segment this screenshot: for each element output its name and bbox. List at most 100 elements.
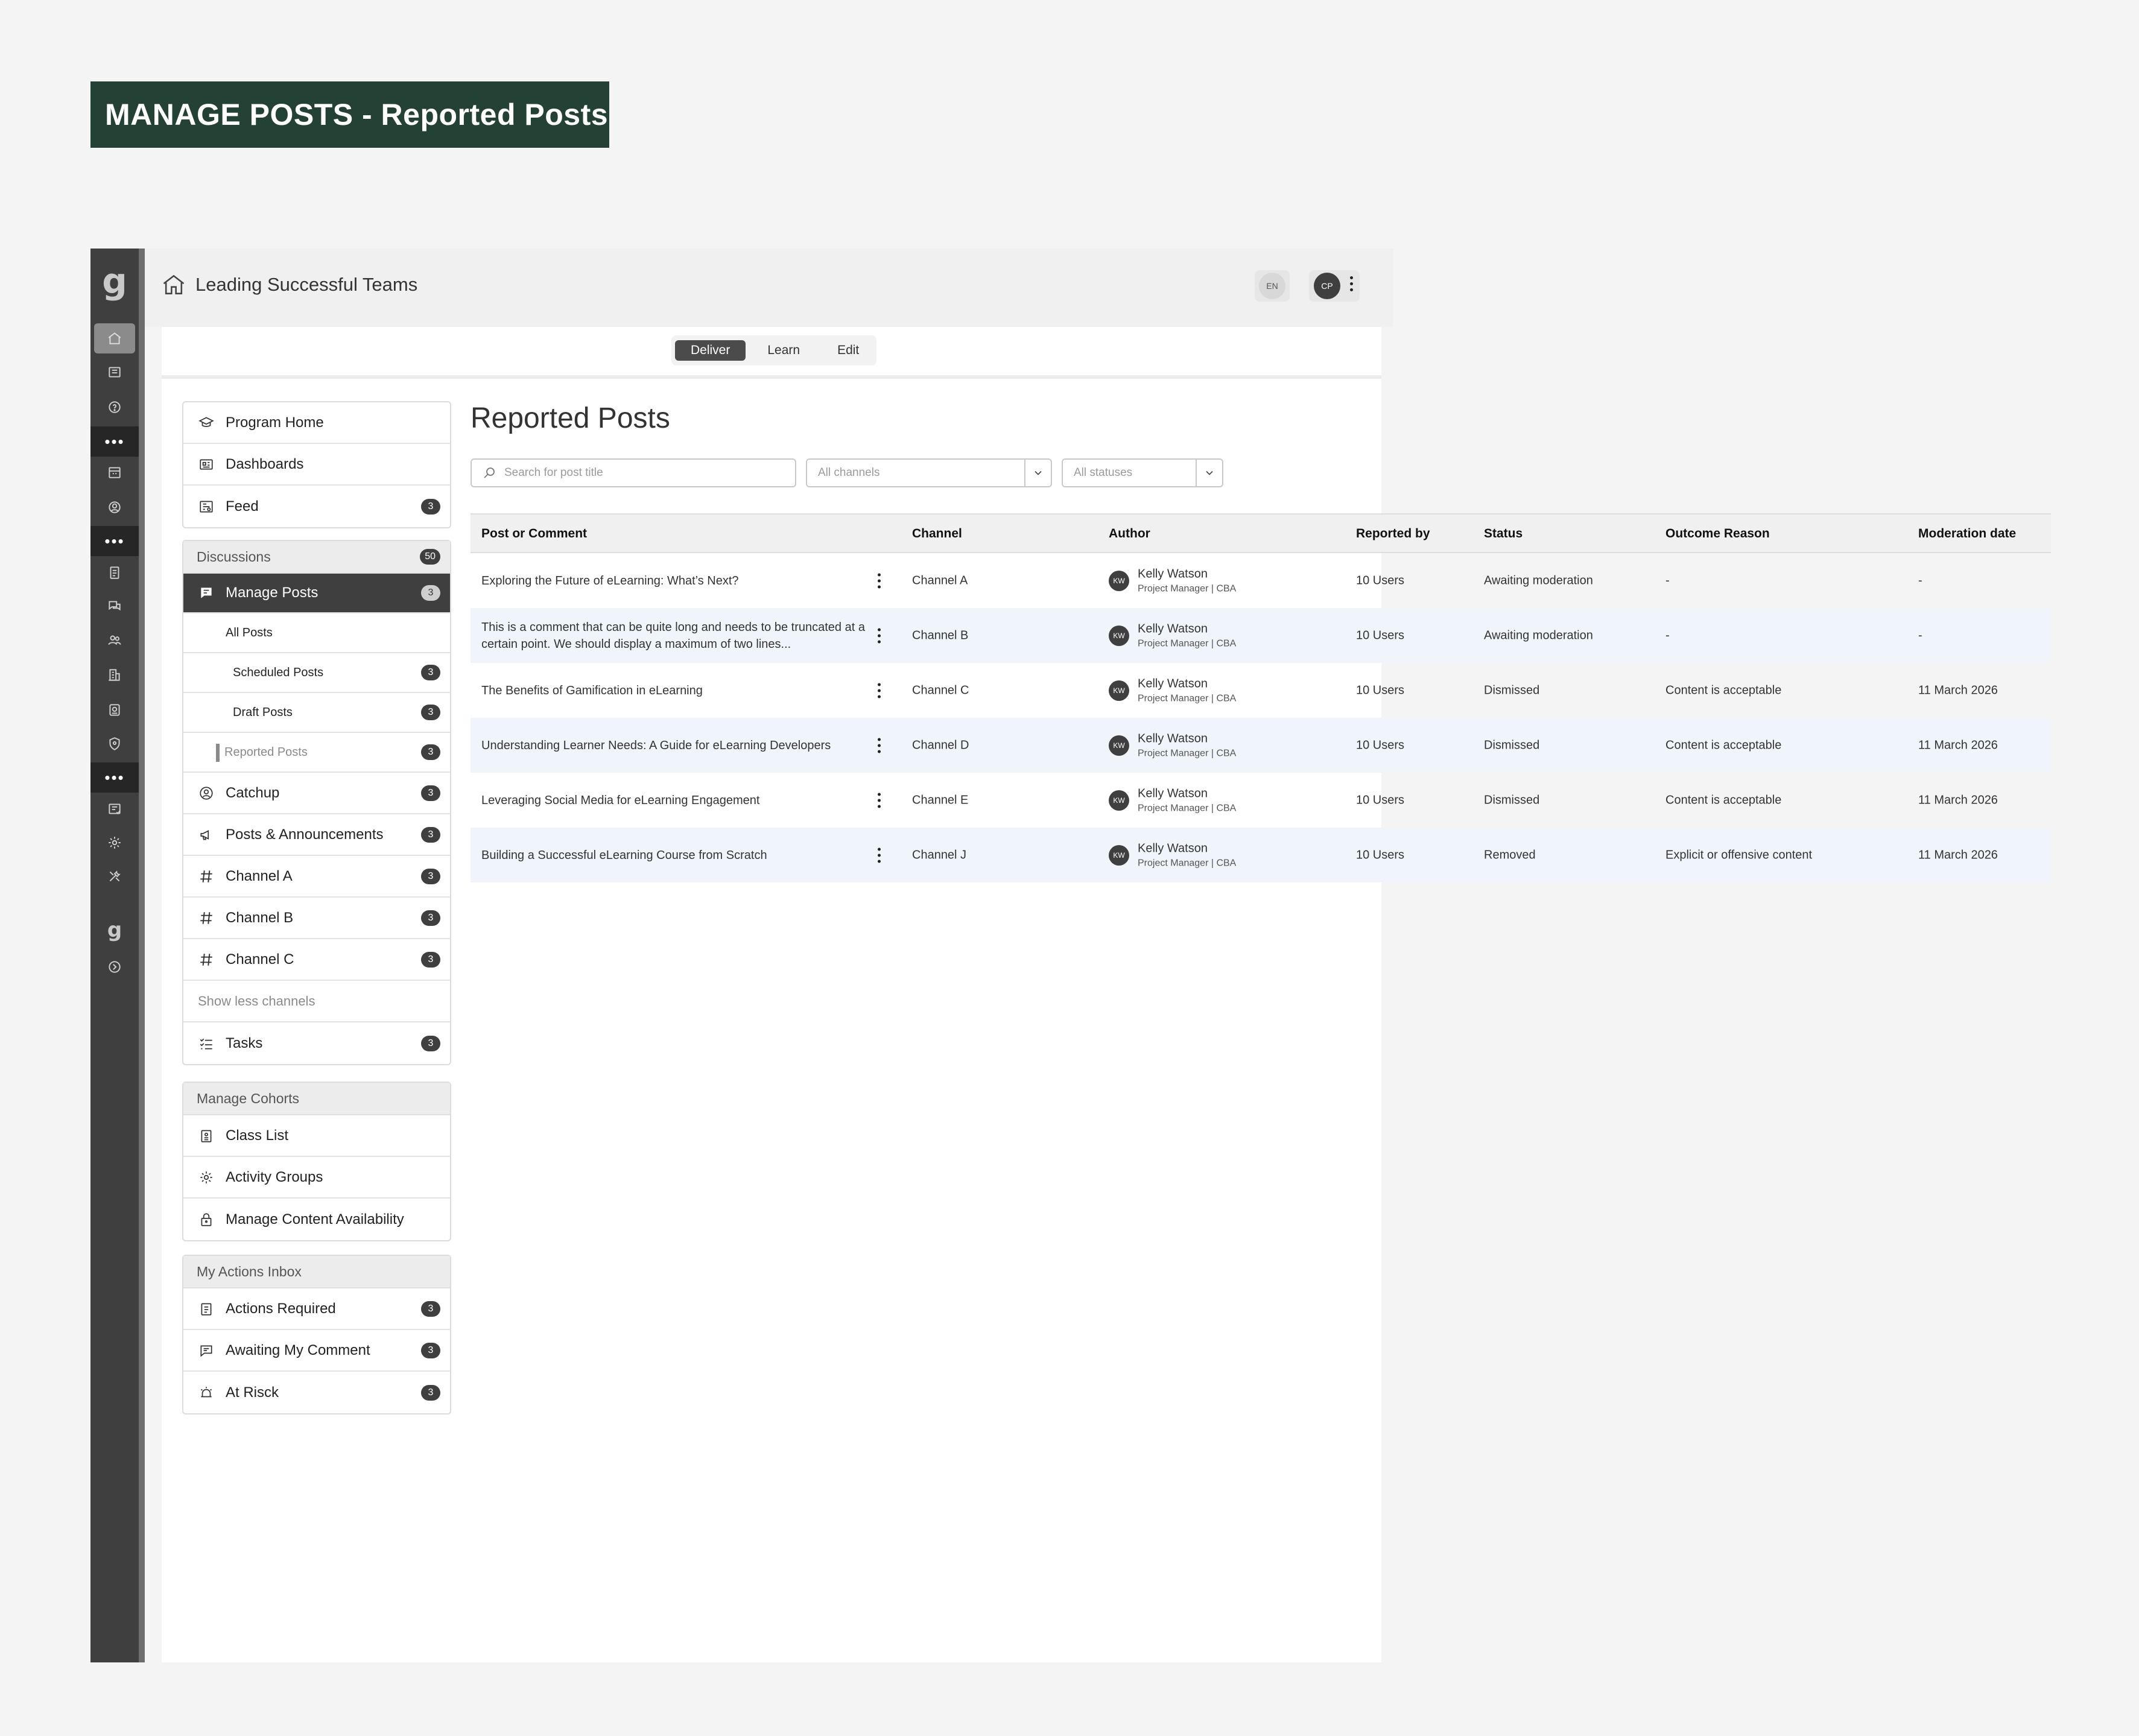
nav-scheduled-posts[interactable]: Scheduled Posts 3 bbox=[183, 653, 450, 693]
reported-by-cell[interactable]: 10 Users bbox=[1356, 683, 1404, 697]
author-role: Project Manager | CBA bbox=[1138, 803, 1237, 813]
tab-deliver[interactable]: Deliver bbox=[675, 340, 746, 361]
row-more-icon[interactable] bbox=[876, 573, 882, 588]
rail-report-icon[interactable] bbox=[90, 695, 139, 725]
col-channel[interactable]: Channel bbox=[912, 527, 962, 541]
reason-cell: Content is acceptable bbox=[1665, 683, 1782, 697]
rail-settings-icon[interactable] bbox=[90, 828, 139, 858]
col-status[interactable]: Status bbox=[1484, 527, 1523, 541]
status-filter[interactable]: All statuses bbox=[1062, 458, 1223, 487]
status-cell: Awaiting moderation bbox=[1484, 574, 1593, 587]
nav-label: Posts & Announcements bbox=[226, 826, 384, 843]
hash-icon bbox=[198, 868, 215, 885]
reported-by-cell[interactable]: 10 Users bbox=[1356, 738, 1404, 752]
nav-catchup[interactable]: Catchup 3 bbox=[183, 773, 450, 814]
rail-profile-icon[interactable] bbox=[90, 492, 139, 522]
nav-activity-groups[interactable]: Activity Groups bbox=[183, 1157, 450, 1199]
col-reported-by[interactable]: Reported by bbox=[1356, 527, 1430, 541]
channel-cell: Channel D bbox=[912, 738, 969, 752]
nav-label: At Risck bbox=[226, 1384, 279, 1401]
nav-feed[interactable]: Feed 3 bbox=[183, 486, 450, 527]
reported-by-cell[interactable]: 10 Users bbox=[1356, 793, 1404, 807]
show-less-channels-link[interactable]: Show less channels bbox=[183, 981, 450, 1022]
count-badge: 3 bbox=[421, 705, 440, 720]
table-row[interactable]: Understanding Learner Needs: A Guide for… bbox=[471, 718, 2051, 773]
col-post[interactable]: Post or Comment bbox=[481, 527, 587, 541]
nav-tasks[interactable]: Tasks 3 bbox=[183, 1022, 450, 1064]
reported-posts-table: Post or Comment Channel Author Reported … bbox=[471, 513, 2051, 882]
nav-awaiting-my-comment[interactable]: Awaiting My Comment 3 bbox=[183, 1330, 450, 1372]
app-header: Leading Successful Teams EN CP bbox=[145, 249, 1393, 327]
rail-chat-icon[interactable] bbox=[90, 591, 139, 621]
tab-edit[interactable]: Edit bbox=[822, 340, 875, 361]
table-row[interactable]: Exploring the Future of eLearning: What’… bbox=[471, 553, 2051, 608]
post-title[interactable]: Understanding Learner Needs: A Guide for… bbox=[481, 737, 867, 754]
rail-tools-icon[interactable] bbox=[90, 861, 139, 892]
post-title[interactable]: This is a comment that can be quite long… bbox=[481, 619, 867, 653]
nav-channel-b[interactable]: Channel B 3 bbox=[183, 898, 450, 939]
nav-manage-posts[interactable]: Manage Posts 3 bbox=[183, 574, 450, 613]
author-cell: Kelly Watson Project Manager | CBA bbox=[1138, 787, 1236, 814]
count-badge: 3 bbox=[421, 1300, 440, 1317]
table-row[interactable]: This is a comment that can be quite long… bbox=[471, 608, 2051, 663]
rail-expand-icon[interactable] bbox=[90, 952, 139, 982]
row-more-icon[interactable] bbox=[876, 683, 882, 698]
row-more-icon[interactable] bbox=[876, 738, 882, 753]
col-outcome-reason[interactable]: Outcome Reason bbox=[1665, 527, 1770, 541]
reason-cell: Content is acceptable bbox=[1665, 793, 1782, 806]
nav-program-home[interactable]: Program Home bbox=[183, 402, 450, 444]
rail-more-1[interactable]: ••• bbox=[90, 426, 139, 457]
rail-calendar-icon[interactable] bbox=[90, 457, 139, 487]
row-more-icon[interactable] bbox=[876, 628, 882, 643]
inbox-header: My Actions Inbox bbox=[183, 1256, 450, 1288]
post-title[interactable]: The Benefits of Gamification in eLearnin… bbox=[481, 682, 867, 699]
nav-actions-required[interactable]: Actions Required 3 bbox=[183, 1288, 450, 1330]
table-row[interactable]: Leveraging Social Media for eLearning En… bbox=[471, 773, 2051, 828]
rail-users-icon[interactable] bbox=[90, 625, 139, 655]
home-icon[interactable] bbox=[160, 271, 187, 298]
nav-posts-announcements[interactable]: Posts & Announcements 3 bbox=[183, 814, 450, 856]
lang-chip[interactable]: EN bbox=[1259, 273, 1285, 299]
rail-building-icon[interactable] bbox=[90, 660, 139, 690]
post-title[interactable]: Building a Successful eLearning Course f… bbox=[481, 847, 867, 864]
post-title[interactable]: Leveraging Social Media for eLearning En… bbox=[481, 792, 867, 809]
tab-learn[interactable]: Learn bbox=[752, 340, 816, 361]
nav-class-list[interactable]: Class List bbox=[183, 1115, 450, 1157]
section-label: Manage Cohorts bbox=[197, 1090, 300, 1106]
rail-more-3[interactable]: ••• bbox=[90, 762, 139, 793]
reported-by-cell[interactable]: 10 Users bbox=[1356, 848, 1404, 862]
channel-filter[interactable]: All channels bbox=[806, 458, 1052, 487]
nav-at-risk[interactable]: At Risck 3 bbox=[183, 1372, 450, 1413]
rail-book-icon[interactable] bbox=[90, 357, 139, 387]
cohorts-header: Manage Cohorts bbox=[183, 1083, 450, 1115]
discussions-header[interactable]: Discussions 50 bbox=[183, 541, 450, 574]
rail-help-icon[interactable] bbox=[90, 392, 139, 422]
nav-manage-content-availability[interactable]: Manage Content Availability bbox=[183, 1199, 450, 1240]
status-cell: Dismissed bbox=[1484, 738, 1540, 752]
reported-by-cell[interactable]: 10 Users bbox=[1356, 629, 1404, 642]
col-author[interactable]: Author bbox=[1109, 527, 1150, 541]
rail-clipboard-icon[interactable] bbox=[90, 557, 139, 588]
status-cell: Dismissed bbox=[1484, 793, 1540, 806]
count-badge: 3 bbox=[421, 585, 440, 601]
rail-more-2[interactable]: ••• bbox=[90, 526, 139, 556]
row-more-icon[interactable] bbox=[876, 847, 882, 863]
nav-dashboards[interactable]: Dashboards bbox=[183, 444, 450, 486]
row-more-icon[interactable] bbox=[876, 793, 882, 808]
post-title[interactable]: Exploring the Future of eLearning: What’… bbox=[481, 572, 867, 589]
table-row[interactable]: Building a Successful eLearning Course f… bbox=[471, 828, 2051, 882]
table-row[interactable]: The Benefits of Gamification in eLearnin… bbox=[471, 663, 2051, 718]
nav-channel-a[interactable]: Channel A 3 bbox=[183, 856, 450, 898]
rail-list-icon[interactable] bbox=[90, 794, 139, 824]
col-moderation-date[interactable]: Moderation date bbox=[1918, 527, 2016, 541]
search-input[interactable]: Search for post title bbox=[471, 458, 796, 487]
nav-all-posts[interactable]: All Posts bbox=[183, 613, 450, 653]
avatar[interactable]: CP bbox=[1314, 273, 1340, 299]
nav-draft-posts[interactable]: Draft Posts 3 bbox=[183, 693, 450, 733]
header-more-icon[interactable] bbox=[1348, 276, 1354, 291]
nav-reported-posts[interactable]: Reported Posts 3 bbox=[183, 733, 450, 773]
rail-home-icon[interactable] bbox=[94, 323, 135, 353]
nav-channel-c[interactable]: Channel C 3 bbox=[183, 939, 450, 981]
reported-by-cell[interactable]: 10 Users bbox=[1356, 574, 1404, 588]
rail-shield-icon[interactable] bbox=[90, 729, 139, 759]
